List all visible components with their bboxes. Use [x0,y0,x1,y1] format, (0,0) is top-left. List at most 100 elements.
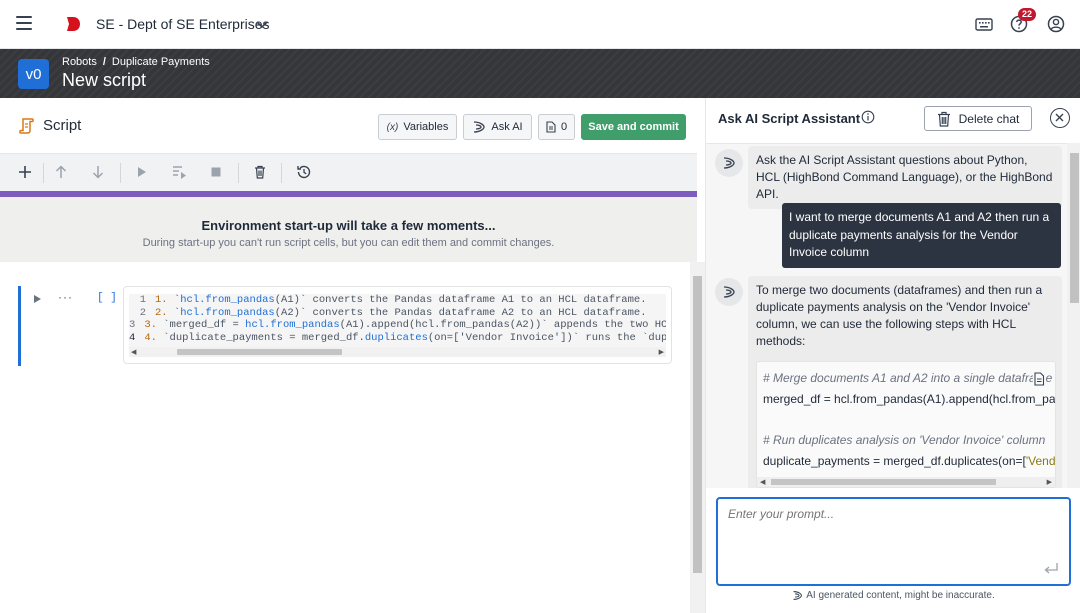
close-assistant-button[interactable] [1050,108,1070,128]
file-icon [546,121,556,133]
copy-icon[interactable] [1033,372,1045,386]
ai-swirl-icon [793,591,803,600]
page-title: New script [62,70,147,90]
code-text: 4. `duplicate_payments = merged_df.dupli… [144,331,666,344]
history-icon[interactable] [296,164,312,180]
code-cell[interactable]: 1 1. `hcl.from_pandas(A1)` converts the P… [123,286,672,364]
ai-avatar [715,149,743,177]
stop-icon[interactable] [208,164,224,180]
ai-reply-text: To merge two documents (dataframes) and … [756,283,1043,348]
ask-ai-label: Ask AI [491,121,523,133]
user-message: I want to merge documents A1 and A2 then… [782,203,1061,268]
ask-ai-button[interactable]: Ask AI [463,114,532,140]
variables-label: Variables [403,121,449,133]
top-bar: SE - Dept of SE Enterprises 22 [0,0,1080,49]
cell-more-icon[interactable]: ··· [58,290,73,304]
delete-chat-label: Delete chat [958,111,1020,126]
code-string: 'Vendor Invoice' [1025,454,1056,468]
save-and-commit-button[interactable]: Save and commit [581,114,686,140]
cells-vertical-scrollbar[interactable] [690,262,705,613]
brand-logo[interactable] [66,16,81,32]
ai-swirl-icon [723,286,735,298]
keyboard-icon[interactable] [974,14,994,34]
chat-vertical-scrollbar[interactable] [1067,143,1080,488]
move-down-icon[interactable] [90,164,106,180]
notice-subtitle: During start-up you can't run script cel… [142,237,555,249]
notification-badge: 22 [1018,8,1037,21]
ai-swirl-icon [723,157,735,169]
scroll-thumb[interactable] [693,276,702,573]
prompt-input[interactable] [728,507,1048,567]
info-icon[interactable] [861,110,875,124]
prompt-container [716,497,1071,586]
cell-toolbar [0,153,697,191]
run-cell-icon[interactable] [134,164,150,180]
disclaimer-text: AI generated content, might be inaccurat… [806,590,995,601]
toolbar-divider [120,163,121,183]
trash-icon [937,111,950,127]
scroll-thumb[interactable] [177,349,342,355]
ai-avatar [715,278,743,306]
code-text: duplicate_payments = merged_df.duplicate… [763,454,1026,468]
line-number: 1 [129,294,155,307]
code-editor[interactable]: 1 1. `hcl.from_pandas(A1)` converts the P… [129,294,666,348]
scroll-thumb[interactable] [1070,153,1079,303]
code-comment: # Merge documents A1 and A2 into a singl… [763,371,1053,385]
code-horizontal-scrollbar[interactable]: ◀ ▶ [129,347,666,357]
chevron-down-icon[interactable] [255,15,269,33]
add-cell-icon[interactable] [17,164,33,180]
user-icon[interactable] [1046,14,1066,34]
close-icon [1055,113,1064,122]
code-line: duplicate_payments = merged_df.duplicate… [763,454,1056,468]
code-text: 3. `merged_df = hcl.from_pandas(A1).appe… [144,319,666,331]
code-text: 2. `hcl.from_pandas(A2)` converts the Pa… [155,306,647,319]
breadcrumb-robots[interactable]: Robots [62,56,97,68]
assistant-title: Ask AI Script Assistant [718,111,861,126]
code-line[interactable]: 2 2. `hcl.from_pandas(A2)` converts the P… [129,306,666,319]
code-line[interactable]: 4 4. `duplicate_payments = merged_df.dupl… [129,331,666,344]
cell-execution-count: [ ] [97,292,117,304]
code-snippet-scrollbar[interactable]: ◀ ▶ [757,477,1055,487]
move-up-icon[interactable] [53,164,69,180]
code-text: 1. `hcl.from_pandas(A1)` converts the Pa… [155,294,647,306]
line-number: 4 [129,331,145,344]
startup-notice: Environment start-up will take a few mom… [0,197,697,262]
toolbar-divider [238,163,239,183]
toolbar-divider [43,163,44,183]
scroll-right-icon[interactable]: ▶ [1047,478,1052,486]
ai-code-snippet[interactable]: # Merge documents A1 and A2 into a singl… [756,361,1056,488]
ai-swirl-icon [474,121,486,133]
scroll-left-icon[interactable]: ◀ [131,348,136,356]
ai-disclaimer: AI generated content, might be inaccurat… [706,590,1080,601]
delete-cell-icon[interactable] [252,164,268,180]
send-icon[interactable] [1043,562,1059,576]
scroll-left-icon[interactable]: ◀ [760,478,765,486]
menu-icon[interactable] [16,16,32,30]
toolbar-divider [281,163,282,183]
breadcrumb: Robots / Duplicate Payments [62,56,210,68]
run-cell-icon[interactable] [32,294,42,304]
ai-message-intro: Ask the AI Script Assistant questions ab… [748,146,1062,209]
delete-chat-button[interactable]: Delete chat [924,106,1032,131]
scroll-right-icon[interactable]: ▶ [659,348,664,356]
run-all-icon[interactable] [171,164,187,180]
active-cell-indicator [18,286,21,366]
code-line[interactable]: 3 3. `merged_df = hcl.from_pandas(A1).app… [129,319,666,332]
notice-title: Environment start-up will take a few mom… [201,218,496,233]
org-name[interactable]: SE - Dept of SE Enterprises [96,16,270,32]
code-line: merged_df = hcl.from_pandas(A1).append(h… [763,392,1056,406]
script-icon [19,118,34,134]
variables-button[interactable]: (x) Variables [378,114,457,140]
script-header: Script (x) Variables Ask AI 0 Save and c… [0,98,705,153]
code-line[interactable]: 1 1. `hcl.from_pandas(A1)` converts the P… [129,294,666,307]
chat-history: Ask the AI Script Assistant questions ab… [706,143,1067,488]
files-button[interactable]: 0 [538,114,575,140]
breadcrumb-separator: / [102,56,106,68]
line-number: 3 [129,319,145,332]
code-comment: # Run duplicates analysis on 'Vendor Inv… [763,433,1046,447]
cells-area: ··· [ ] 1 1. `hcl.from_pandas(A1)` conver… [0,262,690,613]
ai-assistant-pane: Ask AI Script Assistant Delete chat Ask … [705,98,1080,613]
scroll-thumb[interactable] [771,479,996,485]
breadcrumb-duplicate-payments[interactable]: Duplicate Payments [112,56,210,68]
script-title: Script [43,117,82,134]
